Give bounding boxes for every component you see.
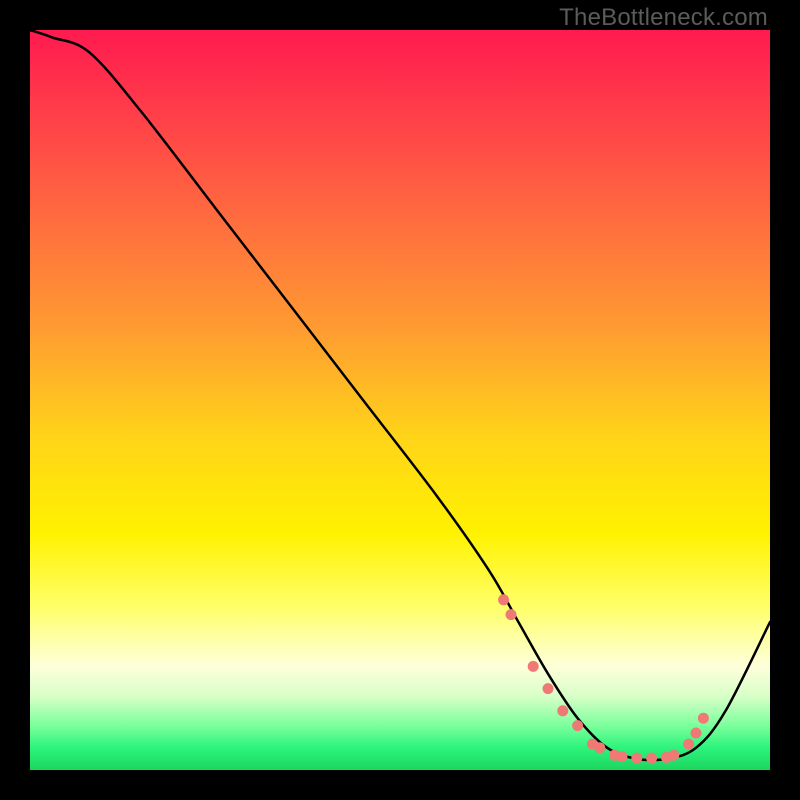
marker-dot [572, 720, 583, 731]
marker-dot [631, 753, 642, 764]
marker-dot [668, 750, 679, 761]
marker-dot [683, 739, 694, 750]
marker-dot [594, 742, 605, 753]
chart-frame: TheBottleneck.com [0, 0, 800, 800]
marker-dot [506, 609, 517, 620]
bottleneck-curve [30, 30, 770, 760]
marker-dot [698, 713, 709, 724]
highlight-markers [498, 594, 709, 763]
marker-dot [691, 728, 702, 739]
curve-svg [30, 30, 770, 770]
watermark-text: TheBottleneck.com [559, 4, 768, 32]
marker-dot [617, 751, 628, 762]
marker-dot [543, 683, 554, 694]
plot-area [30, 30, 770, 770]
marker-dot [528, 661, 539, 672]
marker-dot [498, 594, 509, 605]
marker-dot [646, 753, 657, 764]
marker-dot [557, 705, 568, 716]
